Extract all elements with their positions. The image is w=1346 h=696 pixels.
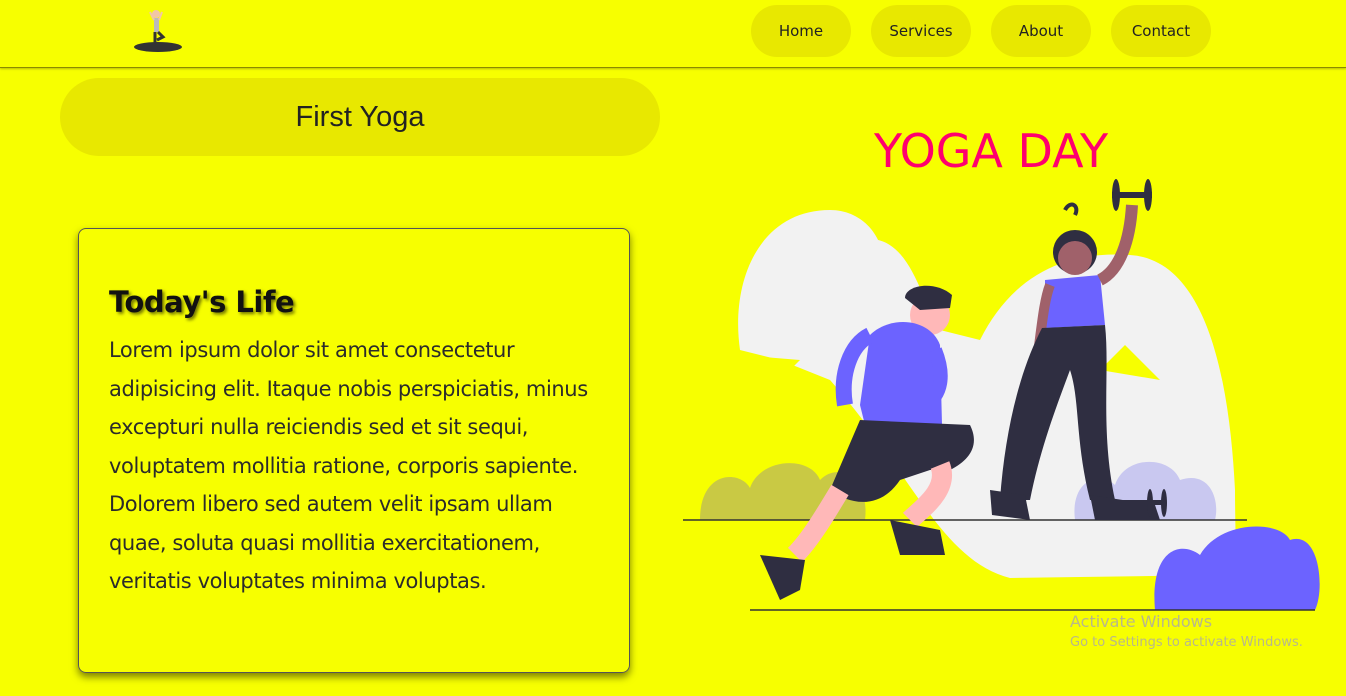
activate-windows-watermark: Activate Windows Go to Settings to activ… [1070,612,1303,650]
watermark-title: Activate Windows [1070,612,1213,631]
card-title: Today's Life [109,285,295,319]
first-yoga-pill[interactable]: First Yoga [60,78,660,156]
navbar: Home Services About Contact [0,0,1346,68]
nav-services[interactable]: Services [871,5,971,57]
nav-home[interactable]: Home [751,5,851,57]
card-body: Lorem ipsum dolor sit amet consectetur a… [109,338,588,593]
watermark-subtitle: Go to Settings to activate Windows. [1070,635,1303,650]
yoga-pose-icon[interactable] [130,6,186,56]
nav-about[interactable]: About [991,5,1091,57]
workout-couple-illustration [680,170,1340,620]
todays-life-card: Today's Life Lorem ipsum dolor sit amet … [78,228,630,673]
nav-contact[interactable]: Contact [1111,5,1211,57]
